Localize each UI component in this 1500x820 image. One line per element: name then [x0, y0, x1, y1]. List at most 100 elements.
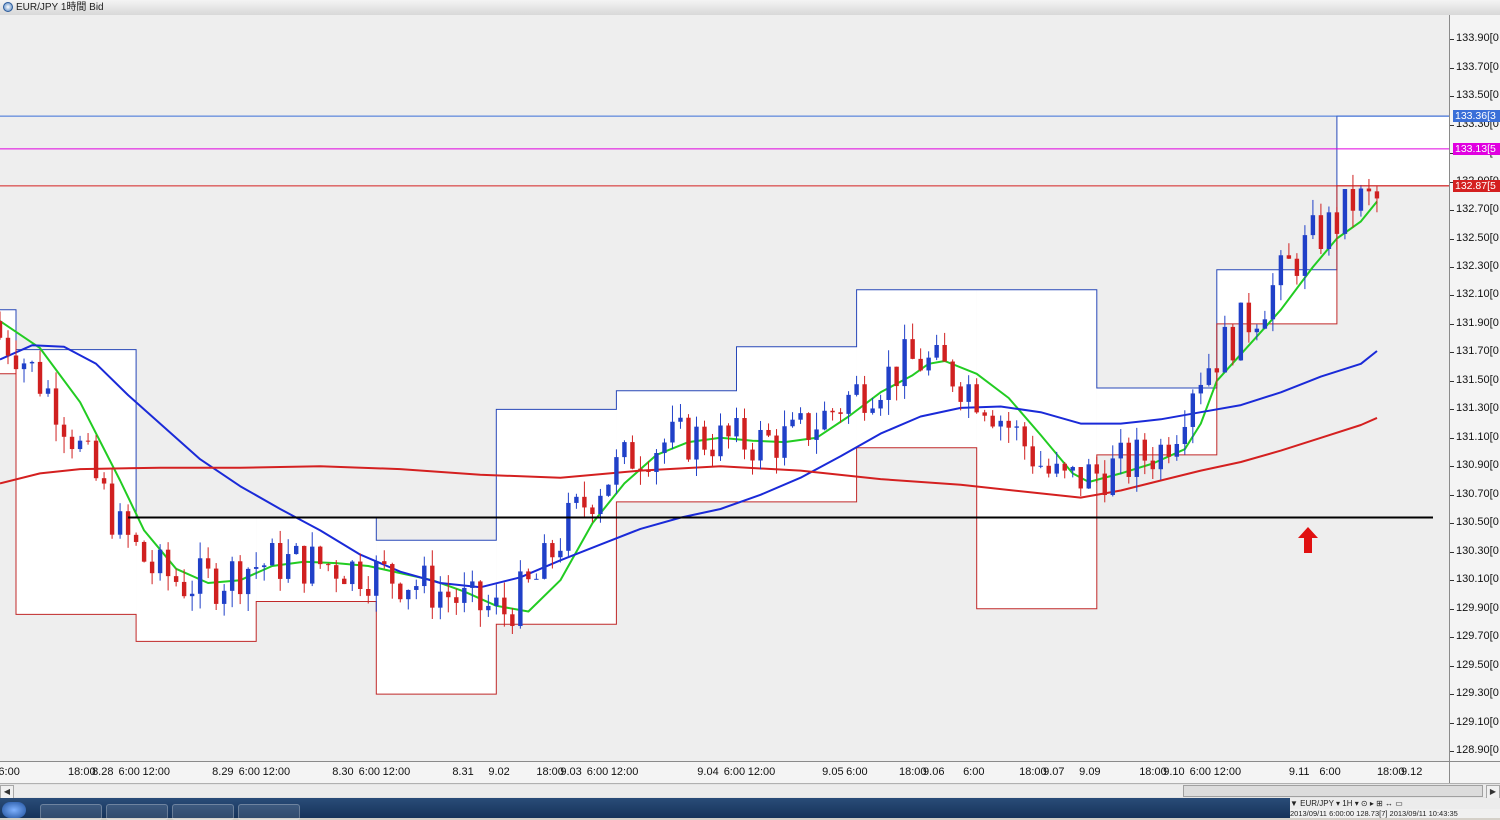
candle-body — [1070, 467, 1075, 471]
candle-body — [213, 568, 219, 604]
price-tick — [1450, 124, 1454, 126]
candle-body — [502, 597, 507, 615]
candle-body — [1214, 368, 1220, 373]
chart-plot-area[interactable] — [0, 15, 1449, 761]
candle-body — [470, 581, 475, 588]
candle-body — [334, 565, 339, 579]
price-tick-label: 130.10[0 — [1456, 573, 1499, 586]
app-globe-icon — [3, 2, 13, 12]
candle-body — [277, 543, 283, 579]
price-tick-label: 132.70[0 — [1456, 203, 1499, 216]
price-tick-label: 128.90[0 — [1456, 744, 1499, 757]
candle-body — [69, 436, 75, 450]
candle-body — [630, 442, 635, 469]
price-tick — [1450, 494, 1454, 496]
red-up-arrow-icon — [1298, 527, 1318, 553]
candle-body — [21, 363, 27, 370]
window-title: EUR/JPY 1時間 Bid — [16, 2, 104, 13]
candle-body — [294, 545, 299, 555]
time-tick-label: 8.30 — [332, 766, 354, 778]
price-tick-label: 132.50[0 — [1456, 231, 1499, 244]
time-tick-label: 6:00 — [1319, 766, 1341, 778]
candle-body — [582, 496, 587, 508]
price-tick — [1450, 266, 1454, 268]
time-tick-label: 6:00 — [723, 766, 746, 778]
candle-body — [438, 591, 443, 608]
candle-body — [494, 597, 499, 606]
start-orb-icon[interactable] — [2, 802, 26, 818]
candle-body — [1006, 420, 1011, 428]
candle-body — [374, 561, 379, 596]
scroll-right-arrow-icon[interactable]: ▶ — [1486, 785, 1500, 799]
candle-body — [1294, 258, 1300, 276]
candle-body — [1110, 458, 1115, 496]
chart-toolbar[interactable]: ▼ EUR/JPY ▾ 1H ▾ ⊙ ▸ ⊞ ↔ ▭ — [1290, 798, 1500, 809]
candle-body — [990, 415, 995, 427]
candle-body — [197, 558, 203, 594]
candle-body — [221, 590, 227, 604]
price-tick — [1450, 637, 1454, 639]
horizontal-scrollbar[interactable]: ◀ ▶ — [0, 783, 1500, 799]
candle-body — [1150, 460, 1155, 470]
candle-body — [670, 421, 675, 443]
candle-body — [117, 511, 123, 535]
price-tick — [1450, 96, 1454, 98]
time-tick-label: 12:00 — [747, 766, 776, 778]
candle-body — [1134, 439, 1139, 477]
candle-body — [558, 550, 563, 558]
candle-body — [77, 440, 83, 450]
candle-body — [830, 410, 835, 413]
candle-body — [61, 424, 67, 437]
candle-body — [534, 578, 539, 580]
candle-body — [1030, 446, 1035, 467]
time-tick-label: 9.10 — [1163, 766, 1185, 778]
axis-corner — [1449, 761, 1500, 784]
time-tick-label: 6:00 — [358, 766, 381, 778]
candle-body — [678, 417, 683, 422]
candle-body — [734, 418, 739, 437]
price-tick-label: 129.30[0 — [1456, 687, 1499, 700]
price-tick-label: 132.30[0 — [1456, 259, 1499, 272]
price-tick — [1450, 409, 1454, 411]
candle-body — [1198, 384, 1204, 394]
candlestick-chart[interactable] — [0, 15, 1449, 761]
candle-body — [285, 554, 291, 579]
price-tick-label: 130.50[0 — [1456, 516, 1499, 529]
candle-body — [422, 565, 427, 587]
price-tick-label: 133.70[0 — [1456, 60, 1499, 73]
candle-body — [358, 561, 363, 589]
candle-body — [462, 587, 467, 603]
candle-body — [862, 384, 867, 413]
time-tick-label: 9.07 — [1043, 766, 1065, 778]
candle-body — [854, 384, 859, 395]
scroll-thumb[interactable] — [1183, 785, 1483, 797]
candle-body — [310, 546, 315, 584]
time-axis[interactable]: 6:00 18:00 8.28 6:00 12:00 8.29 6:00 12:00 8.30 6… — [0, 761, 1449, 784]
candle-body — [654, 453, 659, 472]
candle-body — [1046, 465, 1051, 474]
candle-body — [926, 357, 931, 371]
price-tick — [1450, 551, 1454, 553]
time-tick-label: 9.12 — [1400, 766, 1423, 778]
time-tick-label: 6:00 — [586, 766, 609, 778]
candle-body — [1166, 444, 1172, 457]
candle-body — [590, 507, 595, 515]
price-tick — [1450, 380, 1454, 382]
candle-body — [382, 561, 387, 565]
scroll-left-arrow-icon[interactable]: ◀ — [0, 785, 14, 799]
candle-body — [1366, 188, 1372, 192]
price-tick-label: 130.90[0 — [1456, 459, 1499, 472]
price-tick — [1450, 210, 1454, 212]
time-tick-label: 6:00 — [1189, 766, 1212, 778]
candle-body — [934, 344, 939, 358]
candle-body — [342, 578, 347, 585]
candle-body — [1230, 326, 1236, 361]
time-tick-label: 8.31 — [452, 766, 474, 778]
candle-body — [1342, 189, 1348, 234]
candle-body — [101, 478, 107, 484]
price-tick-label: 130.70[0 — [1456, 487, 1499, 500]
price-axis[interactable]: 133.90[0133.70[0133.50[0133.30[0133.10[0… — [1449, 15, 1500, 761]
candle-body — [414, 586, 419, 590]
scroll-track[interactable] — [14, 785, 1486, 797]
candle-body — [1286, 255, 1292, 259]
